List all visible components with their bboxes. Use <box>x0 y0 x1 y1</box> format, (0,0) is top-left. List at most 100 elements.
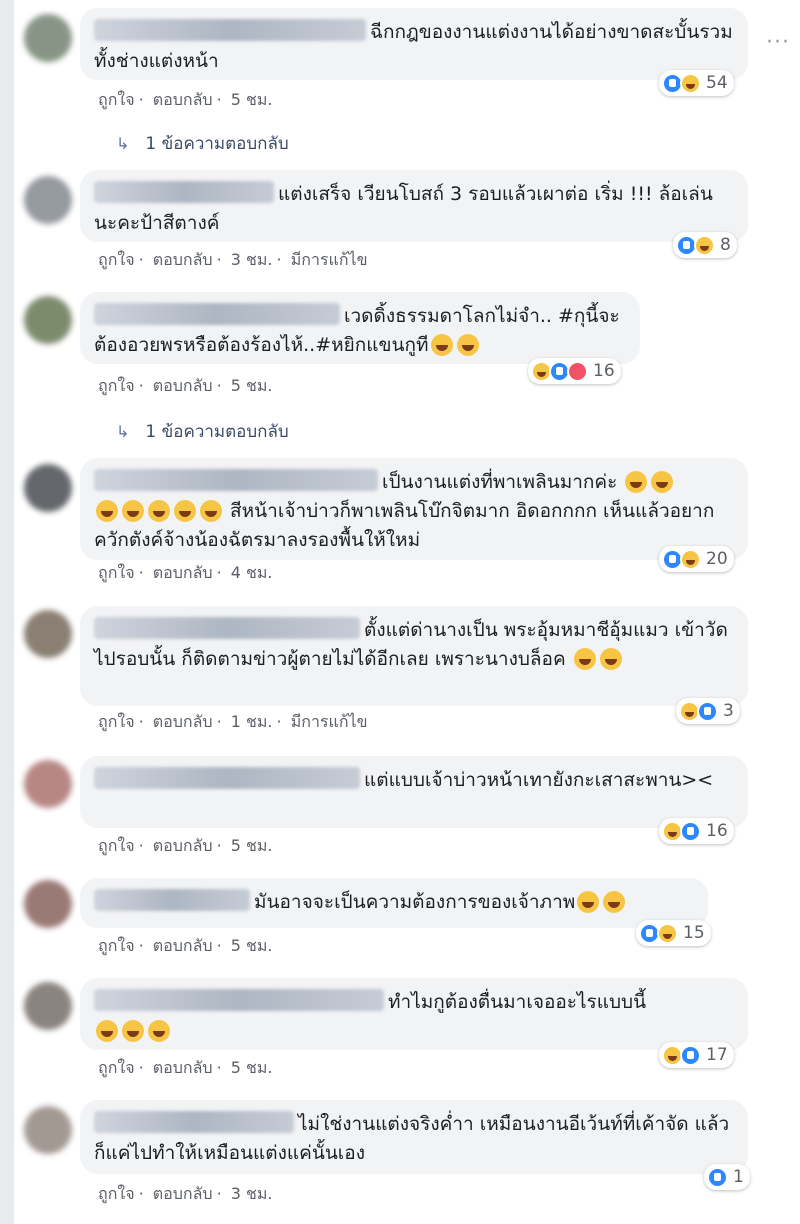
reply-link[interactable]: ตอบกลับ <box>153 563 213 582</box>
comment-actions: ถูกใจ · ตอบกลับ · 5 ชม. <box>98 90 273 109</box>
reaction-count: 15 <box>683 923 705 943</box>
like-link[interactable]: ถูกใจ <box>98 836 135 855</box>
commenter-name[interactable] <box>94 469 378 491</box>
like-link[interactable]: ถูกใจ <box>98 1058 135 1077</box>
like-link[interactable]: ถูกใจ <box>98 712 135 731</box>
avatar[interactable] <box>24 464 72 512</box>
like-link[interactable]: ถูกใจ <box>98 376 135 395</box>
comment-actions: ถูกใจ · ตอบกลับ · 5 ชม. <box>98 936 273 955</box>
view-replies[interactable]: ↳ 1 ข้อความตอบกลับ <box>116 130 289 157</box>
comment-actions: ถูกใจ · ตอบกลับ · 1 ชม. · มีการแก้ไข <box>98 712 368 731</box>
commenter-name[interactable] <box>94 181 274 203</box>
haha-reaction-icon <box>680 72 701 94</box>
reaction-count: 8 <box>720 235 731 255</box>
timestamp[interactable]: 4 ชม. <box>231 563 273 582</box>
reaction-summary[interactable]: 1 <box>704 1164 750 1190</box>
comment-actions: ถูกใจ · ตอบกลับ · 5 ชม. <box>98 1058 273 1077</box>
reaction-summary[interactable]: 54 <box>659 70 734 96</box>
haha-reaction-icon <box>694 234 715 256</box>
like-link[interactable]: ถูกใจ <box>98 563 135 582</box>
reaction-summary[interactable]: 16 <box>659 818 734 844</box>
edited-label[interactable]: มีการแก้ไข <box>291 712 368 731</box>
avatar[interactable] <box>24 760 72 808</box>
like-reaction-icon <box>707 1166 728 1188</box>
reaction-summary[interactable]: 17 <box>659 1042 734 1068</box>
reaction-count: 17 <box>706 1045 728 1065</box>
laughing-emoji-icon <box>148 500 170 522</box>
like-link[interactable]: ถูกใจ <box>98 936 135 955</box>
reaction-summary[interactable]: 3 <box>676 698 740 724</box>
reaction-count: 54 <box>706 73 728 93</box>
avatar[interactable] <box>24 296 72 344</box>
laughing-emoji-icon <box>651 471 674 493</box>
laughing-emoji-icon <box>573 648 596 670</box>
timestamp[interactable]: 5 ชม. <box>231 936 273 955</box>
comment-actions: ถูกใจ · ตอบกลับ · 5 ชม. <box>98 836 273 855</box>
reaction-summary[interactable]: 16 <box>528 358 621 384</box>
comment-actions: ถูกใจ · ตอบกลับ · 5 ชม. <box>98 376 273 395</box>
like-link[interactable]: ถูกใจ <box>98 1184 135 1203</box>
comment-actions: ถูกใจ · ตอบกลับ · 3 ชม. <box>98 1184 273 1203</box>
reply-link[interactable]: ตอบกลับ <box>153 250 213 269</box>
timestamp[interactable]: 1 ชม. <box>231 712 273 731</box>
timestamp[interactable]: 3 ชม. <box>231 1184 273 1203</box>
like-link[interactable]: ถูกใจ <box>98 250 135 269</box>
reaction-count: 20 <box>706 549 728 569</box>
haha-reaction-icon <box>657 922 678 944</box>
laughing-emoji-icon <box>625 471 648 493</box>
commenter-name[interactable] <box>94 19 366 41</box>
avatar[interactable] <box>24 1106 72 1154</box>
comment-bubble: ทำไมกูต้องตื่นมาเจออะไรแบบนี้ <box>80 978 748 1050</box>
commenter-name[interactable] <box>94 617 360 639</box>
reply-link[interactable]: ตอบกลับ <box>153 90 213 109</box>
reply-link[interactable]: ตอบกลับ <box>153 836 213 855</box>
reply-link[interactable]: ตอบกลับ <box>153 376 213 395</box>
timestamp[interactable]: 5 ชม. <box>231 1058 273 1077</box>
reply-link[interactable]: ตอบกลับ <box>153 936 213 955</box>
comment-feed: ··· ฉีกกฎของงานแต่งงานได้อย่างขาดสะบั้นร… <box>16 0 800 1224</box>
like-reaction-icon <box>680 1044 701 1066</box>
avatar[interactable] <box>24 14 72 62</box>
comment-text: เป็นงานแต่งที่พาเพลินมากค่ะ <box>382 471 618 493</box>
grin-emoji-icon <box>430 334 453 356</box>
reply-count-label[interactable]: 1 ข้อความตอบกลับ <box>145 422 288 442</box>
avatar[interactable] <box>24 176 72 224</box>
like-link[interactable]: ถูกใจ <box>98 90 135 109</box>
reaction-summary[interactable]: 15 <box>636 920 711 946</box>
reaction-summary[interactable]: 20 <box>659 546 734 572</box>
avatar[interactable] <box>24 982 72 1030</box>
comment-actions: ถูกใจ · ตอบกลับ · 4 ชม. <box>98 563 273 582</box>
left-edge-strip <box>0 0 14 1224</box>
comment-bubble: เวดดิ้งธรรมดาโลกไม่จำ.. #กุนี้จะต้องอวยพ… <box>80 292 640 364</box>
reaction-summary[interactable]: 8 <box>673 232 737 258</box>
grin-emoji-icon <box>96 1020 118 1042</box>
reply-arrow-icon: ↳ <box>116 422 130 441</box>
avatar[interactable] <box>24 880 72 928</box>
timestamp[interactable]: 5 ชม. <box>231 376 273 395</box>
timestamp[interactable]: 3 ชม. <box>231 250 273 269</box>
comment-bubble: แต่งเสร็จ เวียนโบสถ์ 3 รอบแล้วเผาต่อ เริ… <box>80 170 748 242</box>
view-replies[interactable]: ↳ 1 ข้อความตอบกลับ <box>116 418 289 445</box>
avatar[interactable] <box>24 610 72 658</box>
commenter-name[interactable] <box>94 1111 294 1133</box>
more-options-icon[interactable]: ··· <box>766 30 790 55</box>
reaction-count: 3 <box>723 701 734 721</box>
grin-emoji-icon <box>456 334 479 356</box>
timestamp[interactable]: 5 ชม. <box>231 836 273 855</box>
edited-label[interactable]: มีการแก้ไข <box>291 250 368 269</box>
commenter-name[interactable] <box>94 889 250 911</box>
comment-text: มันอาจจะเป็นความต้องการของเจ้าภาพ <box>254 891 576 913</box>
reply-count-label[interactable]: 1 ข้อความตอบกลับ <box>145 134 288 154</box>
reply-link[interactable]: ตอบกลับ <box>153 1058 213 1077</box>
reply-link[interactable]: ตอบกลับ <box>153 712 213 731</box>
reaction-count: 16 <box>593 361 615 381</box>
laughing-emoji-icon <box>599 648 622 670</box>
reaction-count: 16 <box>706 821 728 841</box>
reply-link[interactable]: ตอบกลับ <box>153 1184 213 1203</box>
commenter-name[interactable] <box>94 989 384 1011</box>
grin-emoji-icon <box>122 1020 144 1042</box>
commenter-name[interactable] <box>94 303 340 325</box>
timestamp[interactable]: 5 ชม. <box>231 90 273 109</box>
commenter-name[interactable] <box>94 767 360 789</box>
like-reaction-icon <box>680 820 701 842</box>
